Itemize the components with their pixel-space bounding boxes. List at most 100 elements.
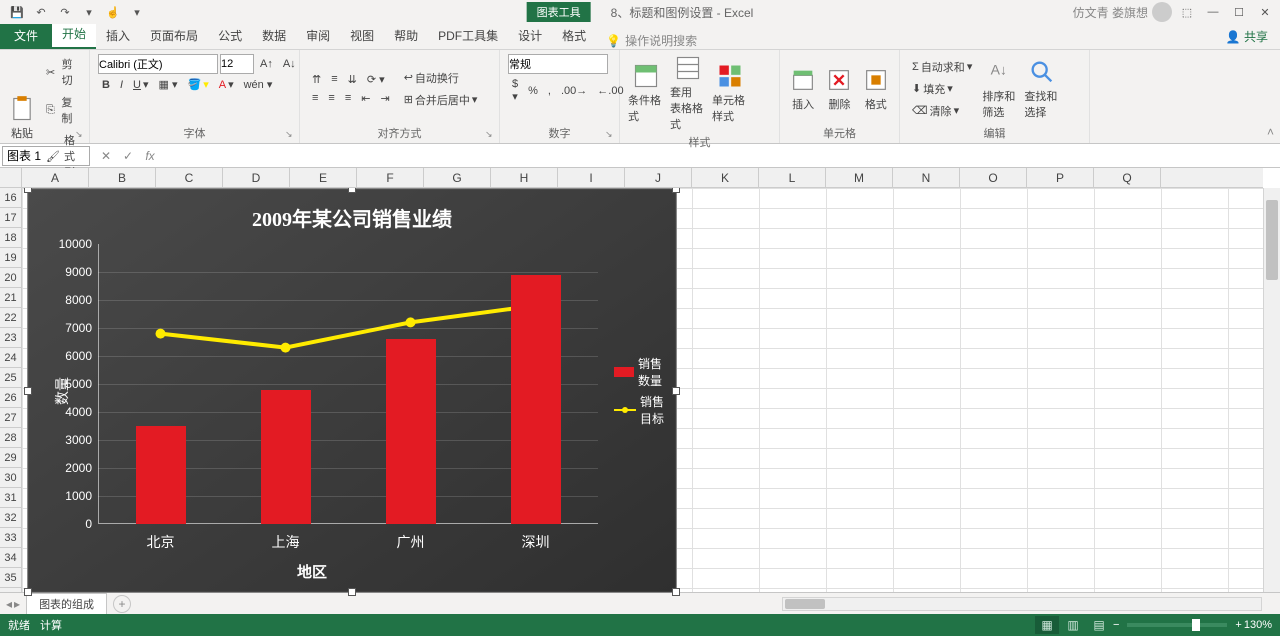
col-header-M[interactable]: M [826,168,893,187]
page-layout-tab[interactable]: 页面布局 [140,22,208,49]
row-header-34[interactable]: 34 [0,548,21,568]
data-tab[interactable]: 数据 [252,22,296,49]
resize-handle-s[interactable] [348,588,356,596]
chart-format-tab[interactable]: 格式 [552,22,596,49]
col-header-O[interactable]: O [960,168,1027,187]
col-header-B[interactable]: B [89,168,156,187]
row-header-27[interactable]: 27 [0,408,21,428]
add-sheet-button[interactable]: + [113,595,131,613]
indent-dec-button[interactable]: ⇤ [357,90,374,107]
touch-mode-icon[interactable]: ☝ [102,1,124,23]
row-header-35[interactable]: 35 [0,568,21,588]
alignment-launcher-icon[interactable]: ↘ [485,129,497,141]
row-header-30[interactable]: 30 [0,468,21,488]
bar-上海[interactable] [261,390,311,524]
save-icon[interactable]: 💾 [6,1,28,23]
collapse-ribbon-icon[interactable]: ˄ [1267,125,1274,139]
view-tab[interactable]: 视图 [340,22,384,49]
cancel-formula-icon[interactable]: ✕ [96,146,116,166]
align-left-button[interactable]: ≡ [308,90,322,106]
row-header-31[interactable]: 31 [0,488,21,508]
horizontal-scroll-thumb[interactable] [785,599,825,609]
resize-handle-sw[interactable] [24,588,32,596]
col-header-F[interactable]: F [357,168,424,187]
row-header-16[interactable]: 16 [0,188,21,208]
resize-handle-e[interactable] [672,387,680,395]
accounting-button[interactable]: $ ▾ [508,76,522,105]
fx-icon[interactable]: fx [140,146,160,166]
chart-object[interactable]: 2009年某公司销售业绩 数量 010002000300040005000600… [27,188,677,593]
bold-button[interactable]: B [98,77,114,93]
chart-legend[interactable]: 销售数量 销售目标 [614,351,668,431]
row-header-24[interactable]: 24 [0,348,21,368]
orientation-button[interactable]: ⟳ ▾ [363,71,389,88]
row-header-22[interactable]: 22 [0,308,21,328]
percent-button[interactable]: % [524,83,542,99]
col-header-L[interactable]: L [759,168,826,187]
share-button[interactable]: 👤 共享 [1214,24,1280,49]
zoom-slider[interactable] [1127,623,1227,627]
vertical-scrollbar[interactable] [1263,188,1280,592]
undo-icon[interactable]: ↶ [30,1,52,23]
select-all-corner[interactable] [0,168,22,188]
column-headers[interactable]: ABCDEFGHIJKLMNOPQ [22,168,1263,188]
chart-title[interactable]: 2009年某公司销售业绩 [28,189,676,232]
row-header-17[interactable]: 17 [0,208,21,228]
file-tab[interactable]: 文件 [0,22,52,49]
shrink-font-button[interactable]: A↓ [279,56,300,72]
row-header-18[interactable]: 18 [0,228,21,248]
plot-area[interactable]: 0100020003000400050006000700080009000100… [98,244,598,524]
font-name-combo[interactable] [98,54,218,74]
align-center-button[interactable]: ≡ [324,90,338,106]
autosum-button[interactable]: Σ 自动求和 ▾ [908,57,976,77]
bar-北京[interactable] [136,426,186,524]
font-color-button[interactable]: A ▾ [215,76,238,93]
font-size-combo[interactable] [220,54,254,74]
page-layout-view-icon[interactable]: ▥ [1061,616,1085,634]
comma-button[interactable]: , [544,83,555,99]
tell-me-search[interactable]: 💡 操作说明搜索 [606,32,697,49]
inc-decimal-button[interactable]: .00→ [557,83,591,99]
resize-handle-w[interactable] [24,387,32,395]
help-tab[interactable]: 帮助 [384,22,428,49]
col-header-E[interactable]: E [290,168,357,187]
format-cells-button[interactable]: 格式 [861,66,891,112]
col-header-N[interactable]: N [893,168,960,187]
sheet-nav-last-icon[interactable]: ▸ [14,597,20,611]
col-header-G[interactable]: G [424,168,491,187]
col-header-A[interactable]: A [22,168,89,187]
horizontal-scrollbar[interactable] [782,597,1262,611]
col-header-C[interactable]: C [156,168,223,187]
legend-item-line[interactable]: 销售目标 [614,393,668,427]
paste-button[interactable]: 粘贴 [8,95,36,141]
font-launcher-icon[interactable]: ↘ [285,129,297,141]
formulas-tab[interactable]: 公式 [208,22,252,49]
merge-center-button[interactable]: ⊞ 合并后居中 ▾ [400,90,482,110]
row-header-29[interactable]: 29 [0,448,21,468]
sheet-tab-active[interactable]: 图表的组成 [26,593,107,614]
sort-filter-button[interactable]: A↓排序和筛选 [982,58,1018,120]
col-header-P[interactable]: P [1027,168,1094,187]
conditional-format-button[interactable]: 条件格式 [628,62,664,124]
col-header-D[interactable]: D [223,168,290,187]
pdf-tab[interactable]: PDF工具集 [428,22,508,49]
vertical-scroll-thumb[interactable] [1266,200,1278,280]
minimize-icon[interactable]: — [1202,1,1224,23]
resize-handle-se[interactable] [672,588,680,596]
redo-icon[interactable]: ↷ [54,1,76,23]
sheet-nav-first-icon[interactable]: ◂ [6,597,12,611]
chart-design-tab[interactable]: 设计 [508,22,552,49]
align-top-button[interactable]: ⇈ [308,71,325,88]
zoom-in-icon[interactable]: + [1235,619,1241,631]
review-tab[interactable]: 审阅 [296,22,340,49]
underline-button[interactable]: U ▾ [129,76,152,93]
number-launcher-icon[interactable]: ↘ [605,129,617,141]
row-header-19[interactable]: 19 [0,248,21,268]
maximize-icon[interactable]: ☐ [1228,1,1250,23]
delete-cells-button[interactable]: 删除 [824,66,854,112]
row-header-25[interactable]: 25 [0,368,21,388]
bar-广州[interactable] [386,339,436,524]
ribbon-options-icon[interactable]: ⬚ [1176,1,1198,23]
find-select-button[interactable]: 查找和选择 [1024,58,1060,120]
fill-button[interactable]: ⬇ 填充 ▾ [908,79,976,99]
